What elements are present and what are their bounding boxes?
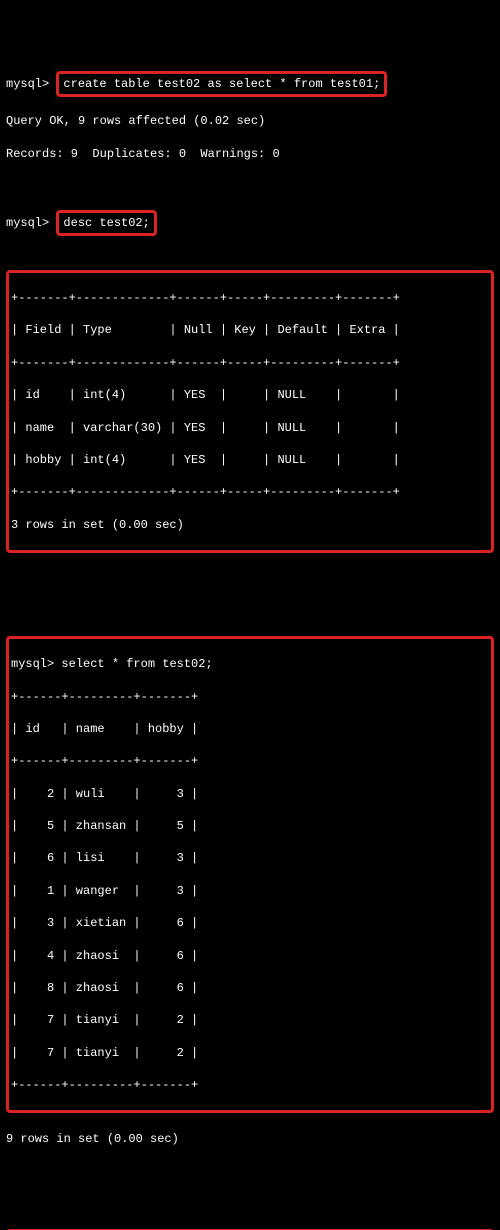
table-row: | 7 | tianyi | 2 | [11,1045,489,1061]
blank [6,1179,494,1195]
table-row: | 1 | wanger | 3 | [11,883,489,899]
cmd-line-3: mysql> select * from test02; [11,656,489,672]
select-test02-block: mysql> select * from test02; +------+---… [6,636,494,1113]
table-row: | 2 | wuli | 3 | [11,786,489,802]
cmd-select-test02: select * from test02; [61,657,212,671]
table-sep: +------+---------+-------+ [11,689,489,705]
table-sep: +-------+-------------+------+-----+----… [11,290,489,306]
table-row: | 3 | xietian | 6 | [11,915,489,931]
table-row: | hobby | int(4) | YES | | NULL | | [11,452,489,468]
desc-test01-block: mysql> desc test01; +-------+-----------… [6,1229,494,1230]
cmd-create-table: create table test02 as select * from tes… [56,71,387,97]
prompt: mysql> [6,216,49,230]
table-sep: +-------+-------------+------+-----+----… [11,355,489,371]
prompt: mysql> [6,77,49,91]
cmd1-result-1: Query OK, 9 rows affected (0.02 sec) [6,113,494,129]
table-row: | id | int(4) | YES | | NULL | | [11,387,489,403]
blank [6,178,494,194]
desc-test02-block: +-------+-------------+------+-----+----… [6,270,494,553]
table-row: | 7 | tianyi | 2 | [11,1012,489,1028]
table-sep: +-------+-------------+------+-----+----… [11,484,489,500]
table-row: | 4 | zhaosi | 6 | [11,948,489,964]
table-row: | 6 | lisi | 3 | [11,850,489,866]
result-footer: 3 rows in set (0.00 sec) [11,517,489,533]
prompt: mysql> [11,657,54,671]
cmd-line-1: mysql> create table test02 as select * f… [6,71,494,97]
table-header: | Field | Type | Null | Key | Default | … [11,322,489,338]
table-row: | 5 | zhansan | 5 | [11,818,489,834]
table-row: | 8 | zhaosi | 6 | [11,980,489,996]
table-header: | id | name | hobby | [11,721,489,737]
cmd-desc-test02: desc test02; [56,210,156,236]
cmd1-result-2: Records: 9 Duplicates: 0 Warnings: 0 [6,146,494,162]
cmd-line-2: mysql> desc test02; [6,210,494,236]
table-sep: +------+---------+-------+ [11,753,489,769]
table-sep: +------+---------+-------+ [11,1077,489,1093]
table-row: | name | varchar(30) | YES | | NULL | | [11,420,489,436]
result-footer: 9 rows in set (0.00 sec) [6,1131,494,1147]
blank [6,586,494,602]
